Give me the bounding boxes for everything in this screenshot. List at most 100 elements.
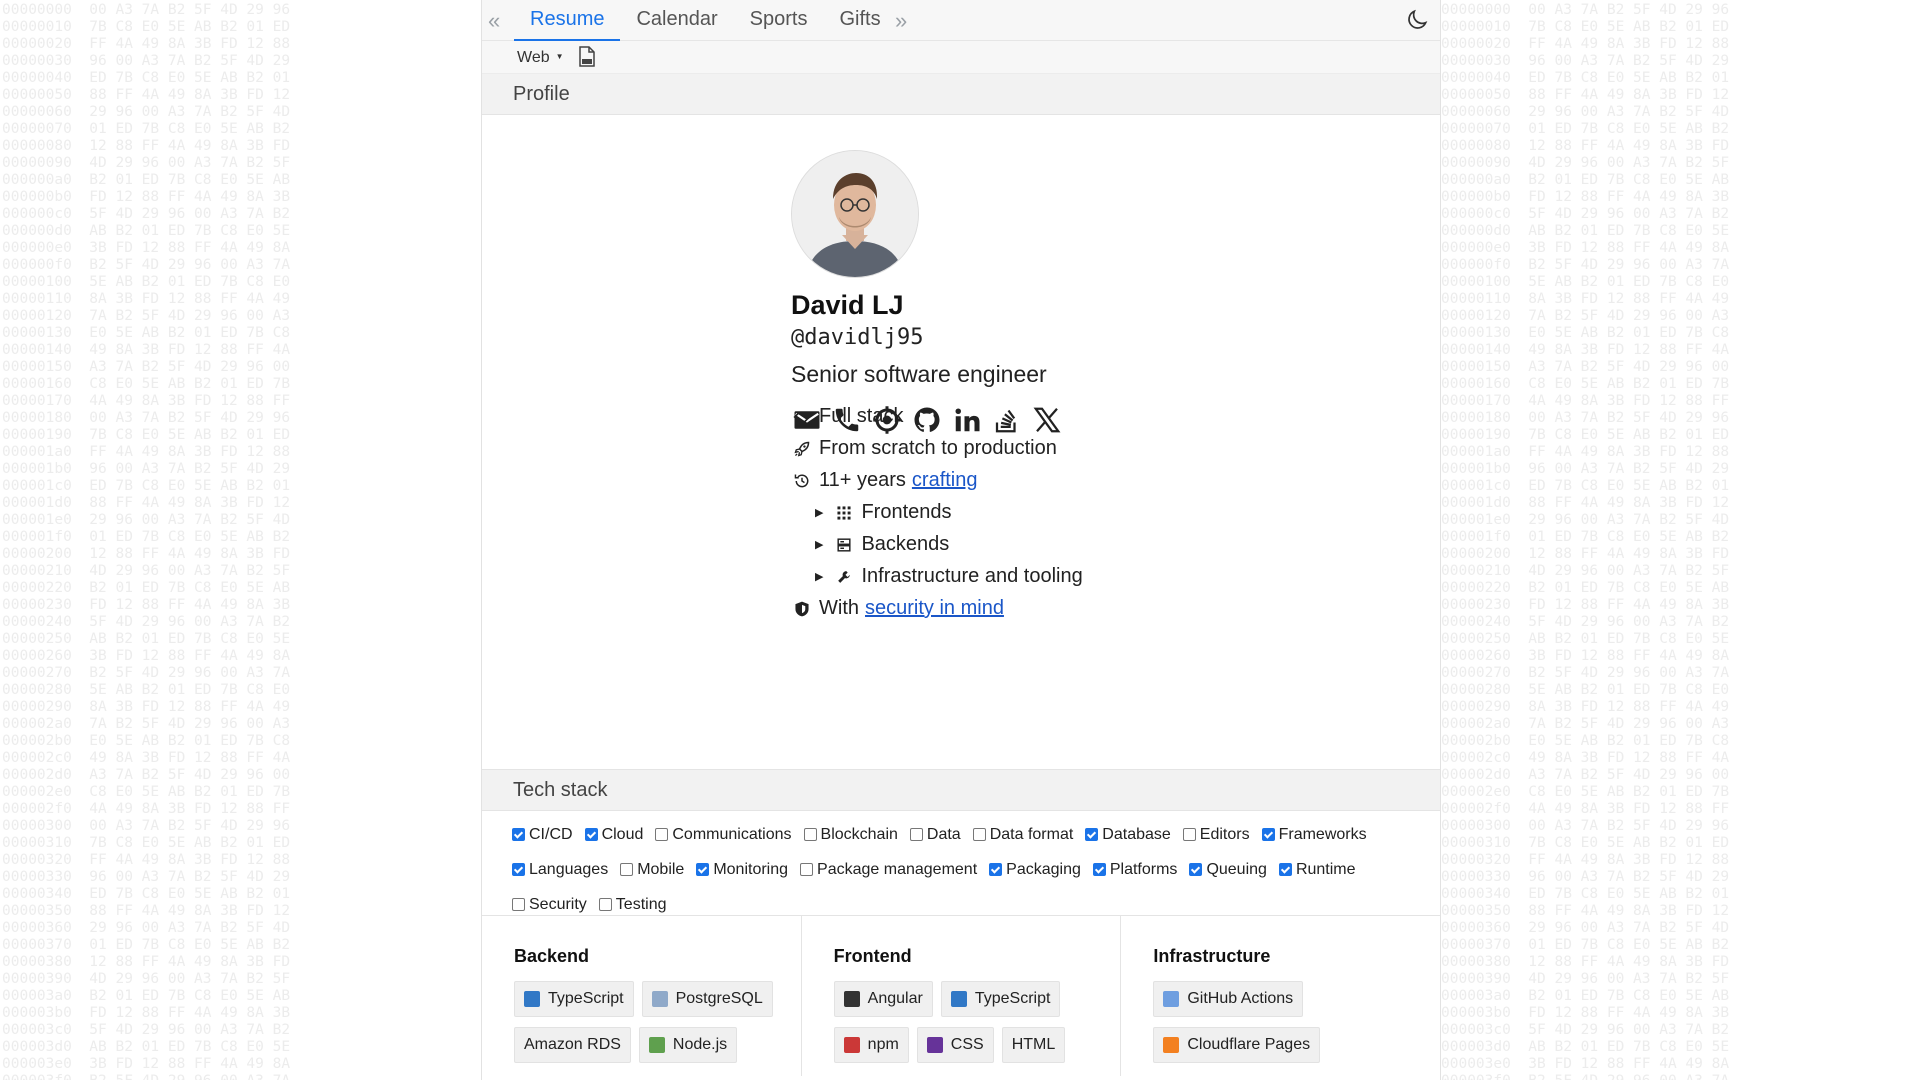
tech-chip-label: CSS (950, 1036, 984, 1053)
filter-packaging[interactable]: Packaging (989, 861, 1081, 879)
filter-checkbox[interactable] (584, 828, 598, 841)
filter-checkbox[interactable] (620, 863, 634, 876)
tech-chip-label: TypeScript (548, 990, 624, 1007)
filter-data-format[interactable]: Data format (972, 826, 1073, 844)
filter-checkbox[interactable] (972, 828, 986, 841)
postgresql-icon (651, 991, 668, 1007)
security-link[interactable]: security in mind (865, 597, 1004, 620)
filter-ci-cd[interactable]: CI/CD (512, 826, 573, 844)
github-icon[interactable] (911, 403, 943, 437)
filter-label: Communications (672, 825, 792, 843)
filter-checkbox[interactable] (1182, 828, 1196, 841)
tech-chip[interactable]: Amazon RDS (514, 1027, 631, 1063)
filter-label: Blockchain (820, 825, 898, 843)
tech-chip[interactable]: GitHub Actions (1153, 981, 1304, 1017)
filter-label: Queuing (1206, 860, 1267, 878)
format-select[interactable]: Web ▼ (517, 49, 564, 67)
crafting-link[interactable]: crafting (912, 469, 978, 492)
filter-label: Platforms (1109, 860, 1178, 878)
tabs-next-icon[interactable]: » (895, 8, 907, 34)
filter-checkbox[interactable] (512, 828, 525, 841)
linkedin-icon[interactable] (951, 403, 983, 437)
filter-checkbox[interactable] (803, 828, 817, 841)
tech-chip[interactable]: PostgreSQL (641, 981, 773, 1017)
tab-sports[interactable]: Sports (734, 0, 824, 39)
tech-chip[interactable]: Node.js (638, 1027, 738, 1063)
highlight-backends[interactable]: ▶ Backends (815, 533, 949, 556)
filter-label: CI/CD (529, 825, 573, 843)
filter-blockchain[interactable]: Blockchain (803, 825, 898, 844)
filter-security[interactable]: Security (512, 896, 587, 914)
filter-mobile[interactable]: Mobile (620, 861, 684, 879)
tech-chip[interactable]: HTML (1001, 1027, 1066, 1063)
filter-checkbox[interactable] (696, 863, 710, 876)
tech-chip[interactable]: Angular (833, 981, 933, 1017)
filter-checkbox[interactable] (1261, 828, 1275, 841)
techstack-column-frontend: Frontend Angular TypeScript npm CSS HTML (802, 916, 1122, 1076)
highlight-infrastructure[interactable]: ▶ Infrastructure and tooling (815, 565, 1083, 588)
tabs-previous-icon[interactable]: « (488, 8, 500, 34)
highlight-frontends[interactable]: ▶ Frontends (815, 501, 952, 524)
tech-chip[interactable]: Cloudflare Pages (1153, 1027, 1321, 1063)
disclosure-triangle-icon: ▶ (815, 507, 824, 519)
filter-data[interactable]: Data (909, 826, 961, 844)
highlight-years: 11+ years crafting (791, 469, 978, 492)
filter-runtime[interactable]: Runtime (1278, 860, 1356, 879)
filter-database[interactable]: Database (1085, 826, 1171, 844)
filter-row: CI/CD Cloud Communications Blockchain Data Da… (512, 817, 1440, 852)
tech-chip-label: PostgreSQL (675, 990, 763, 1007)
filter-checkbox[interactable] (598, 898, 612, 911)
filter-checkbox[interactable] (989, 863, 1003, 876)
filter-monitoring[interactable]: Monitoring (696, 861, 788, 879)
filter-queuing[interactable]: Queuing (1189, 861, 1267, 879)
filter-testing[interactable]: Testing (598, 896, 667, 914)
filter-checkbox[interactable] (655, 828, 669, 841)
profile-section: David LJ @davidlj95 Senior software engi… (482, 115, 1440, 769)
filter-checkbox[interactable] (909, 828, 923, 841)
tech-chips: GitHub Actions Cloudflare Pages (1153, 981, 1433, 1063)
tab-calendar[interactable]: Calendar (620, 0, 733, 39)
filter-checkbox[interactable] (1278, 863, 1292, 876)
filter-checkbox[interactable] (1085, 828, 1099, 841)
tab-resume[interactable]: Resume (514, 0, 621, 41)
tech-chip[interactable]: TypeScript (514, 981, 634, 1017)
filter-platforms[interactable]: Platforms (1092, 860, 1178, 879)
techstack-section-header: Tech stack (482, 769, 1440, 811)
profile-section-header: Profile (482, 74, 1440, 115)
pdf-icon[interactable] (577, 46, 597, 68)
tab-gifts[interactable]: Gifts (823, 0, 896, 39)
resume-page: « Resume Calendar Sports Gifts » Web ▼ Pr… (481, 0, 1441, 1080)
filter-communications[interactable]: Communications (655, 825, 792, 844)
tech-chip[interactable]: CSS (916, 1027, 994, 1063)
typescript-icon (950, 991, 967, 1007)
filter-frameworks[interactable]: Frameworks (1261, 825, 1367, 844)
highlight-full-stack: Full stack (791, 405, 903, 428)
filter-languages[interactable]: Languages (512, 861, 608, 879)
tech-chip[interactable]: npm (833, 1027, 909, 1063)
disclosure-triangle-icon: ▶ (815, 571, 824, 583)
filter-package-management[interactable]: Package management (800, 861, 977, 879)
tech-chip-label: TypeScript (974, 990, 1051, 1007)
techstack-column-backend: Backend TypeScript PostgreSQL Amazon RDS Nod… (482, 916, 802, 1076)
filter-label: Runtime (1295, 860, 1356, 878)
tech-chip[interactable]: TypeScript (940, 981, 1061, 1017)
x-icon[interactable] (1031, 403, 1063, 437)
filter-checkbox[interactable] (1189, 863, 1203, 876)
moon-icon[interactable] (1404, 7, 1430, 33)
techstack-column-title: Frontend (833, 946, 912, 966)
filter-cloud[interactable]: Cloud (584, 826, 643, 844)
filter-checkbox[interactable] (800, 863, 814, 876)
techstack-column-title: Backend (514, 946, 590, 966)
npm-icon (843, 1037, 860, 1053)
filter-label: Security (529, 895, 587, 913)
caret-down-icon: ▼ (555, 52, 564, 61)
typescript-icon (524, 991, 540, 1007)
stackoverflow-icon[interactable] (991, 403, 1023, 437)
filter-checkbox[interactable] (512, 898, 525, 911)
filter-label: Frameworks (1278, 825, 1367, 843)
filter-checkbox[interactable] (512, 863, 525, 876)
filter-checkbox[interactable] (1092, 863, 1106, 876)
highlight-frontends-label: Frontends (861, 501, 952, 523)
filter-editors[interactable]: Editors (1182, 826, 1250, 844)
highlight-infrastructure-label: Infrastructure and tooling (861, 565, 1083, 587)
